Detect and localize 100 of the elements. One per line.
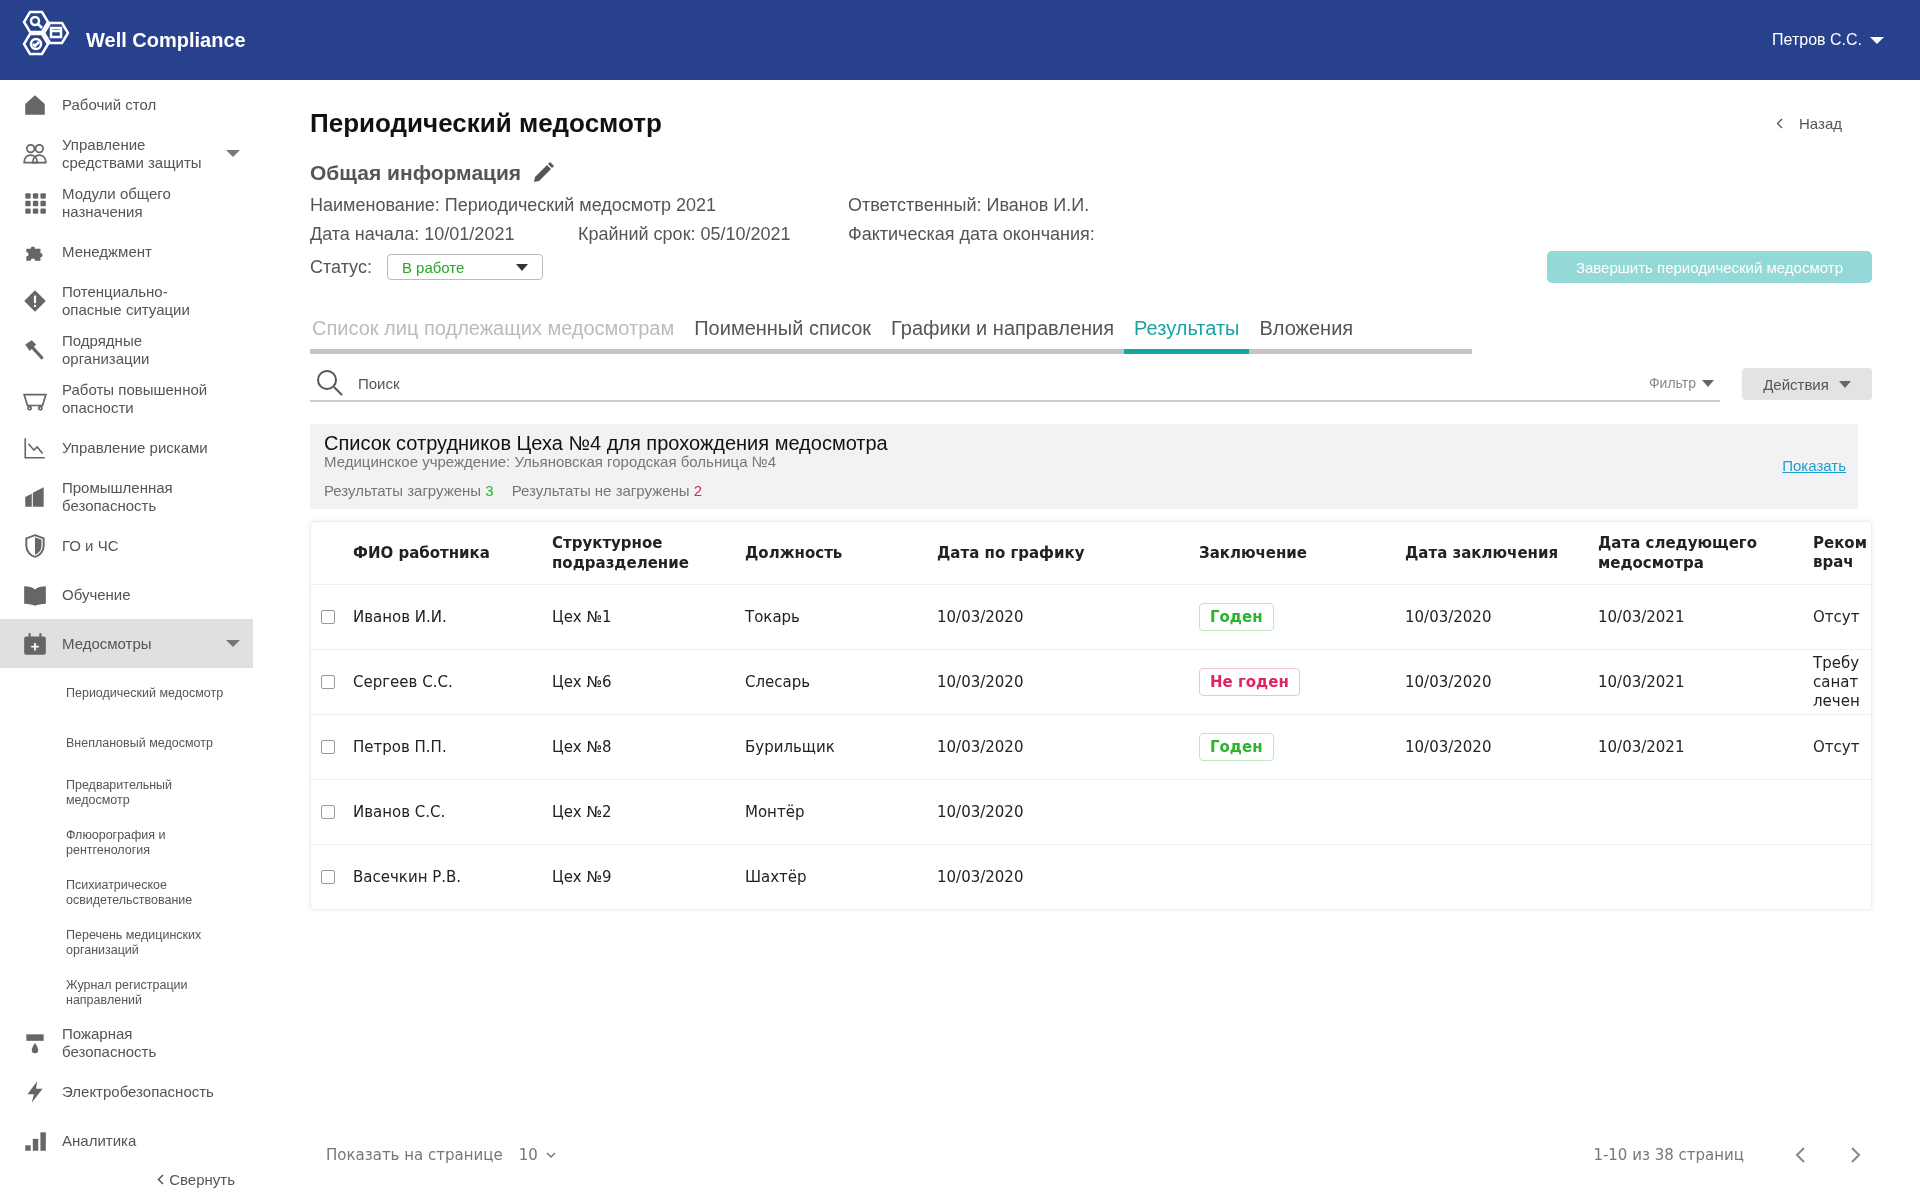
- submenu-item[interactable]: Внеплановый медосмотр: [0, 718, 231, 768]
- tab[interactable]: Вложения: [1249, 317, 1364, 354]
- sidebar-item[interactable]: Управление рисками: [0, 423, 253, 472]
- section-title: Общая информация: [310, 161, 522, 185]
- table-cell: Отсут: [1813, 737, 1860, 757]
- user-menu[interactable]: Петров С.С.: [1766, 30, 1890, 50]
- sidebar-item[interactable]: Менеджмент: [0, 227, 253, 276]
- table-cell-text: Цех №8: [552, 738, 613, 756]
- table-cell-text: 10/03/2020: [937, 673, 1025, 691]
- list-subtitle: Медицинское учреждение: Ульяновская городская больница №4: [324, 453, 777, 470]
- table-cell-text: 10/03/2021: [1598, 673, 1686, 691]
- tab[interactable]: Поименный список: [684, 317, 882, 354]
- previous-page-icon[interactable]: [1794, 1146, 1806, 1164]
- table-cell-text: 10/03/2021: [1598, 608, 1686, 626]
- sidebar-item[interactable]: ГО и ЧС: [0, 521, 253, 570]
- submenu-item[interactable]: Флюорография и рентгенология: [0, 818, 231, 868]
- actions-button[interactable]: Действия: [1742, 368, 1872, 400]
- sidebar-item[interactable]: Пожарная безопасность: [0, 1018, 253, 1067]
- pencil-icon[interactable]: [531, 161, 556, 185]
- submenu-item[interactable]: Периодический медосмотр: [0, 668, 231, 718]
- sidebar-item[interactable]: Медосмотры: [0, 619, 253, 668]
- column-header: Должность: [745, 543, 844, 563]
- list-title: Список сотрудников Цеха №4 для прохождения медосмотра: [324, 432, 888, 455]
- table-cell-text: Иванов И.И.: [353, 608, 448, 626]
- info-text: Наименование: Периодический медосмотр 2021: [310, 195, 718, 216]
- chevron-left-icon: [157, 1174, 165, 1185]
- column-header: Дата следующего медосмотра: [1598, 533, 1758, 573]
- table-cell-text: 10/03/2020: [1405, 608, 1493, 626]
- table-cell-text: 10/03/2020: [937, 803, 1025, 821]
- row-checkbox[interactable]: [321, 870, 335, 884]
- status-label: Статус:: [310, 256, 372, 278]
- column-header: Заключение: [1199, 543, 1309, 563]
- table-cell-text: Петров П.П.: [353, 738, 448, 756]
- count-label: Результаты загружены 3: [324, 482, 494, 499]
- sidebar-item[interactable]: Работы повышенной опасности: [0, 374, 253, 423]
- page-range: 1-10 из 38 страниц: [1593, 1146, 1744, 1164]
- sidebar-item[interactable]: Рабочий стол: [0, 80, 253, 129]
- sidebar-item[interactable]: Модули общего назначения: [0, 178, 253, 227]
- table-cell-text: Бурильщик: [745, 738, 836, 756]
- table-cell-text: 10/03/2021: [1598, 738, 1686, 756]
- info-text: Фактическая дата окончания:: [848, 224, 1096, 245]
- submenu-item[interactable]: Журнал регистрации направлений: [0, 968, 231, 1018]
- count-label: Результаты не загружены 2: [511, 482, 703, 499]
- per-page-select[interactable]: 10: [518, 1146, 556, 1164]
- row-checkbox[interactable]: [321, 610, 335, 624]
- table-cell-text: 10/03/2020: [937, 868, 1025, 886]
- sidebar-item[interactable]: Подрядные организации: [0, 325, 253, 374]
- caret-icon: [226, 150, 240, 157]
- sidebar-item[interactable]: Управление средствами защиты: [0, 129, 253, 178]
- column-header: Дата по графику: [937, 543, 1086, 563]
- submenu-item[interactable]: Психиатрическое освидетельствование: [0, 868, 231, 918]
- table-cell-text: Токарь: [745, 608, 801, 626]
- column-header: ФИО работника: [353, 543, 491, 563]
- table-cell-text: 10/03/2020: [1405, 673, 1493, 691]
- sidebar-item[interactable]: Промышленная безопасность: [0, 472, 253, 521]
- table-cell-text: 10/03/2020: [937, 738, 1025, 756]
- table-cell-text: Цех №1: [552, 608, 613, 626]
- per-page-label: Показать на странице: [326, 1146, 503, 1164]
- row-checkbox[interactable]: [321, 805, 335, 819]
- sidebar-item[interactable]: Обучение: [0, 570, 253, 619]
- search-icon: [316, 369, 344, 397]
- table-cell-text: Шахтёр: [745, 868, 808, 886]
- table-cell-text: 10/03/2020: [1405, 738, 1493, 756]
- info-text: Дата начала: 10/01/2021: [310, 224, 516, 245]
- row-checkbox[interactable]: [321, 740, 335, 754]
- calendar-icon: [22, 630, 48, 657]
- chevron-left-icon: [1776, 118, 1783, 129]
- collapse-link[interactable]: Свернуть: [157, 1171, 235, 1188]
- conclusion-badge: Годен: [1199, 603, 1274, 631]
- chevron-down-icon: [545, 1151, 556, 1159]
- table-cell-text: Иванов С.С.: [353, 803, 447, 821]
- sidebar-item[interactable]: Аналитика: [0, 1116, 253, 1165]
- table-cell: Отсут: [1813, 607, 1860, 627]
- table-cell-text: Васечкин Р.В.: [353, 868, 463, 886]
- filter-button[interactable]: Фильтр: [1642, 374, 1720, 392]
- info-text: Крайний срок: 05/10/2021: [578, 224, 792, 245]
- table-cell-text: Монтёр: [745, 803, 806, 821]
- submenu-item[interactable]: Предварительный медосмотр: [0, 768, 231, 818]
- tab[interactable]: Графики и направления: [881, 317, 1125, 354]
- caret-icon: [226, 640, 240, 647]
- table-cell-text: Цех №9: [552, 868, 613, 886]
- table-cell-text: 10/03/2020: [937, 608, 1025, 626]
- table-cell-text: Цех №2: [552, 803, 613, 821]
- table-cell-text: Слесарь: [745, 673, 812, 691]
- column-header: Реком врач: [1813, 534, 1867, 572]
- conclusion-badge: Не годен: [1199, 668, 1300, 696]
- next-page-icon[interactable]: [1850, 1146, 1862, 1164]
- sidebar-item[interactable]: Потенциально-опасные ситуации: [0, 276, 253, 325]
- row-checkbox[interactable]: [321, 675, 335, 689]
- submenu-item[interactable]: Перечень медицинских организаций: [0, 918, 231, 968]
- column-header: Структурное подразделение: [552, 533, 690, 573]
- shield-icon: [22, 532, 48, 559]
- table-cell-text: Цех №6: [552, 673, 613, 691]
- info-text: Ответственный: Иванов И.И.: [848, 195, 1091, 216]
- sidebar-item[interactable]: Электробезопасность: [0, 1067, 253, 1116]
- page-title: Периодический медосмотр: [310, 108, 662, 139]
- table-cell: Требу санат лечен: [1813, 653, 1860, 711]
- conclusion-badge: Годен: [1199, 733, 1274, 761]
- back-link[interactable]: Назад: [1776, 115, 1842, 132]
- brand-name: Well Compliance: [86, 28, 246, 52]
